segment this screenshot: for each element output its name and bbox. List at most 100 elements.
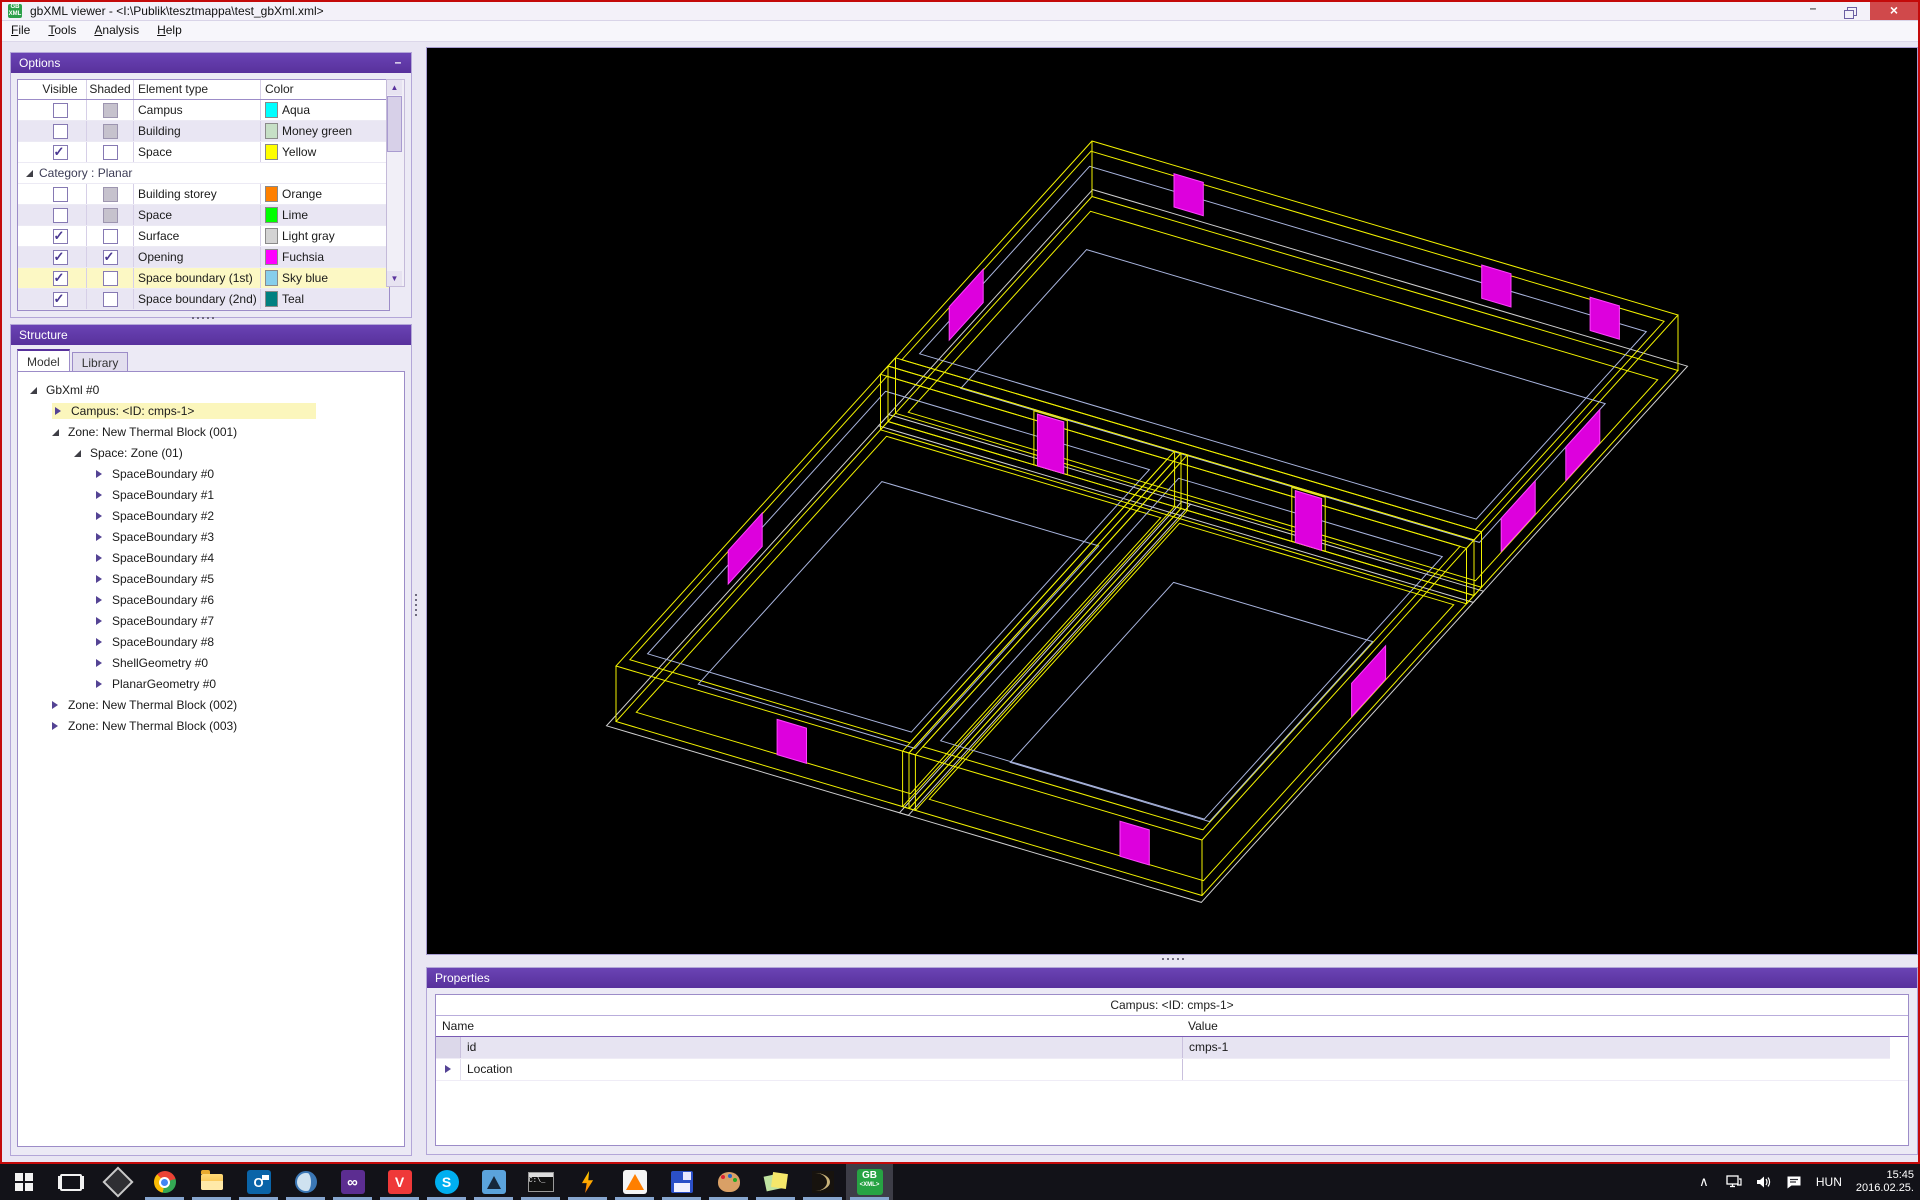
scroll-down-button[interactable]: ▼	[387, 271, 402, 286]
total-commander-taskbar-icon[interactable]	[658, 1164, 705, 1200]
collapse-options-button[interactable]: –	[391, 53, 405, 71]
task-view-taskbar-icon[interactable]	[47, 1164, 94, 1200]
element-type-row[interactable]: Surface Light gray	[18, 226, 389, 247]
scroll-up-button[interactable]: ▲	[387, 80, 402, 95]
element-type-row[interactable]: Space boundary (2nd) Teal	[18, 289, 389, 310]
collapsed-icon[interactable]	[96, 617, 102, 625]
collapsed-icon[interactable]	[96, 491, 102, 499]
title-bar[interactable]: GB XML gbXML viewer - <I:\Publik\tesztmap…	[2, 2, 1918, 21]
minimize-button[interactable]: –	[1796, 2, 1830, 20]
visible-checkbox[interactable]	[52, 186, 68, 202]
shaded-checkbox[interactable]	[102, 291, 118, 307]
tab-model[interactable]: Model	[17, 349, 70, 373]
menu-help[interactable]: Help	[148, 21, 191, 39]
tree-item[interactable]: SpaceBoundary #0	[18, 464, 404, 485]
tree-item[interactable]: SpaceBoundary #1	[18, 485, 404, 506]
shaded-checkbox[interactable]	[102, 247, 118, 267]
collapsed-icon[interactable]	[96, 512, 102, 520]
paint-palette-taskbar-icon[interactable]	[705, 1164, 752, 1200]
element-type-row[interactable]: Space boundary (1st) Sky blue	[18, 268, 389, 289]
tree-item[interactable]: SpaceBoundary #7	[18, 611, 404, 632]
dark-cad-app-taskbar-icon[interactable]	[799, 1164, 846, 1200]
restore-button[interactable]	[1834, 2, 1868, 20]
tree-item[interactable]: Zone: New Thermal Block (001)	[18, 422, 404, 443]
element-type-row[interactable]: Opening Fuchsia	[18, 247, 389, 268]
gbxml-viewer-taskbar-icon[interactable]: GB <XML>	[846, 1164, 893, 1200]
shaded-checkbox[interactable]	[102, 207, 118, 223]
clock[interactable]: 15:45 2016.02.25.	[1856, 1169, 1914, 1195]
collapsed-icon[interactable]	[52, 701, 58, 709]
notification-icon[interactable]	[1786, 1174, 1802, 1190]
element-type-row[interactable]: Campus Aqua	[18, 100, 389, 121]
tree-item[interactable]: GbXml #0	[18, 380, 404, 401]
language-indicator[interactable]: HUN	[1816, 1175, 1842, 1189]
category-group-row[interactable]: Category : Planar	[18, 163, 389, 184]
tree-item[interactable]: Zone: New Thermal Block (003)	[18, 716, 404, 737]
visible-checkbox[interactable]	[52, 247, 68, 267]
collapsed-icon[interactable]	[96, 575, 102, 583]
shaded-checkbox[interactable]	[102, 270, 118, 286]
collapsed-icon[interactable]	[96, 659, 102, 667]
scrollbar-thumb[interactable]	[387, 96, 402, 152]
expanded-icon[interactable]	[52, 429, 59, 436]
tab-library[interactable]: Library	[71, 352, 129, 373]
options-structure-splitter[interactable]	[192, 317, 214, 319]
tree-item[interactable]: Space: Zone (01)	[18, 443, 404, 464]
properties-panel-header[interactable]: Properties	[427, 968, 1917, 988]
collapsed-icon[interactable]	[96, 680, 102, 688]
tree-item[interactable]: PlanarGeometry #0	[18, 674, 404, 695]
element-type-row[interactable]: Building Money green	[18, 121, 389, 142]
element-type-row[interactable]: Space Yellow	[18, 142, 389, 163]
vlc-taskbar-icon[interactable]	[611, 1164, 658, 1200]
tree-item[interactable]: SpaceBoundary #3	[18, 527, 404, 548]
shaded-checkbox[interactable]	[102, 186, 118, 202]
vivaldi-taskbar-icon[interactable]: V	[376, 1164, 423, 1200]
3d-viewport[interactable]	[426, 47, 1918, 955]
tree-item[interactable]: SpaceBoundary #2	[18, 506, 404, 527]
collapsed-icon[interactable]	[96, 638, 102, 646]
shaded-checkbox[interactable]	[102, 102, 118, 118]
tree-item[interactable]: Campus: <ID: cmps-1>	[18, 401, 404, 422]
menu-analysis[interactable]: Analysis	[85, 21, 148, 39]
visible-checkbox[interactable]	[52, 123, 68, 139]
sticky-notes-taskbar-icon[interactable]	[752, 1164, 799, 1200]
outlook-taskbar-icon[interactable]: O	[235, 1164, 282, 1200]
visible-checkbox[interactable]	[52, 207, 68, 223]
shaded-checkbox[interactable]	[102, 144, 118, 160]
tree-item[interactable]: SpaceBoundary #8	[18, 632, 404, 653]
tray-chevron-up-icon[interactable]: ∧	[1696, 1174, 1712, 1190]
collapsed-icon[interactable]	[96, 554, 102, 562]
structure-panel-header[interactable]: Structure	[11, 325, 411, 345]
volume-icon[interactable]	[1756, 1174, 1772, 1190]
menu-file[interactable]: File	[2, 21, 39, 39]
property-row[interactable]: id cmps-1	[436, 1037, 1890, 1059]
collapsed-icon[interactable]	[445, 1065, 451, 1073]
options-panel-header[interactable]: Options –	[11, 53, 411, 73]
visible-checkbox[interactable]	[52, 226, 68, 246]
tree-item[interactable]: SpaceBoundary #5	[18, 569, 404, 590]
globe-app-taskbar-icon[interactable]	[282, 1164, 329, 1200]
file-explorer-taskbar-icon[interactable]	[188, 1164, 235, 1200]
close-button[interactable]: ×	[1870, 2, 1918, 20]
expanded-icon[interactable]	[74, 450, 81, 457]
element-type-row[interactable]: Space Lime	[18, 205, 389, 226]
property-row[interactable]: Location	[436, 1059, 1908, 1081]
tree-item[interactable]: SpaceBoundary #6	[18, 590, 404, 611]
unity-taskbar-icon[interactable]	[94, 1164, 141, 1200]
winamp-taskbar-icon[interactable]	[564, 1164, 611, 1200]
visible-checkbox[interactable]	[52, 289, 68, 309]
tree-item[interactable]: Zone: New Thermal Block (002)	[18, 695, 404, 716]
start-taskbar-icon[interactable]	[0, 1164, 47, 1200]
left-right-splitter[interactable]	[415, 594, 417, 616]
visible-checkbox[interactable]	[52, 142, 68, 162]
collapsed-icon[interactable]	[55, 407, 61, 415]
element-type-row[interactable]: Building storey Orange	[18, 184, 389, 205]
blue-bird-app-taskbar-icon[interactable]	[470, 1164, 517, 1200]
viewport-properties-splitter[interactable]	[1162, 958, 1184, 960]
collapsed-icon[interactable]	[96, 533, 102, 541]
tree-item[interactable]: ShellGeometry #0	[18, 653, 404, 674]
collapsed-icon[interactable]	[52, 722, 58, 730]
chrome-taskbar-icon[interactable]	[141, 1164, 188, 1200]
expanded-icon[interactable]	[30, 387, 37, 394]
visible-checkbox[interactable]	[52, 268, 68, 288]
